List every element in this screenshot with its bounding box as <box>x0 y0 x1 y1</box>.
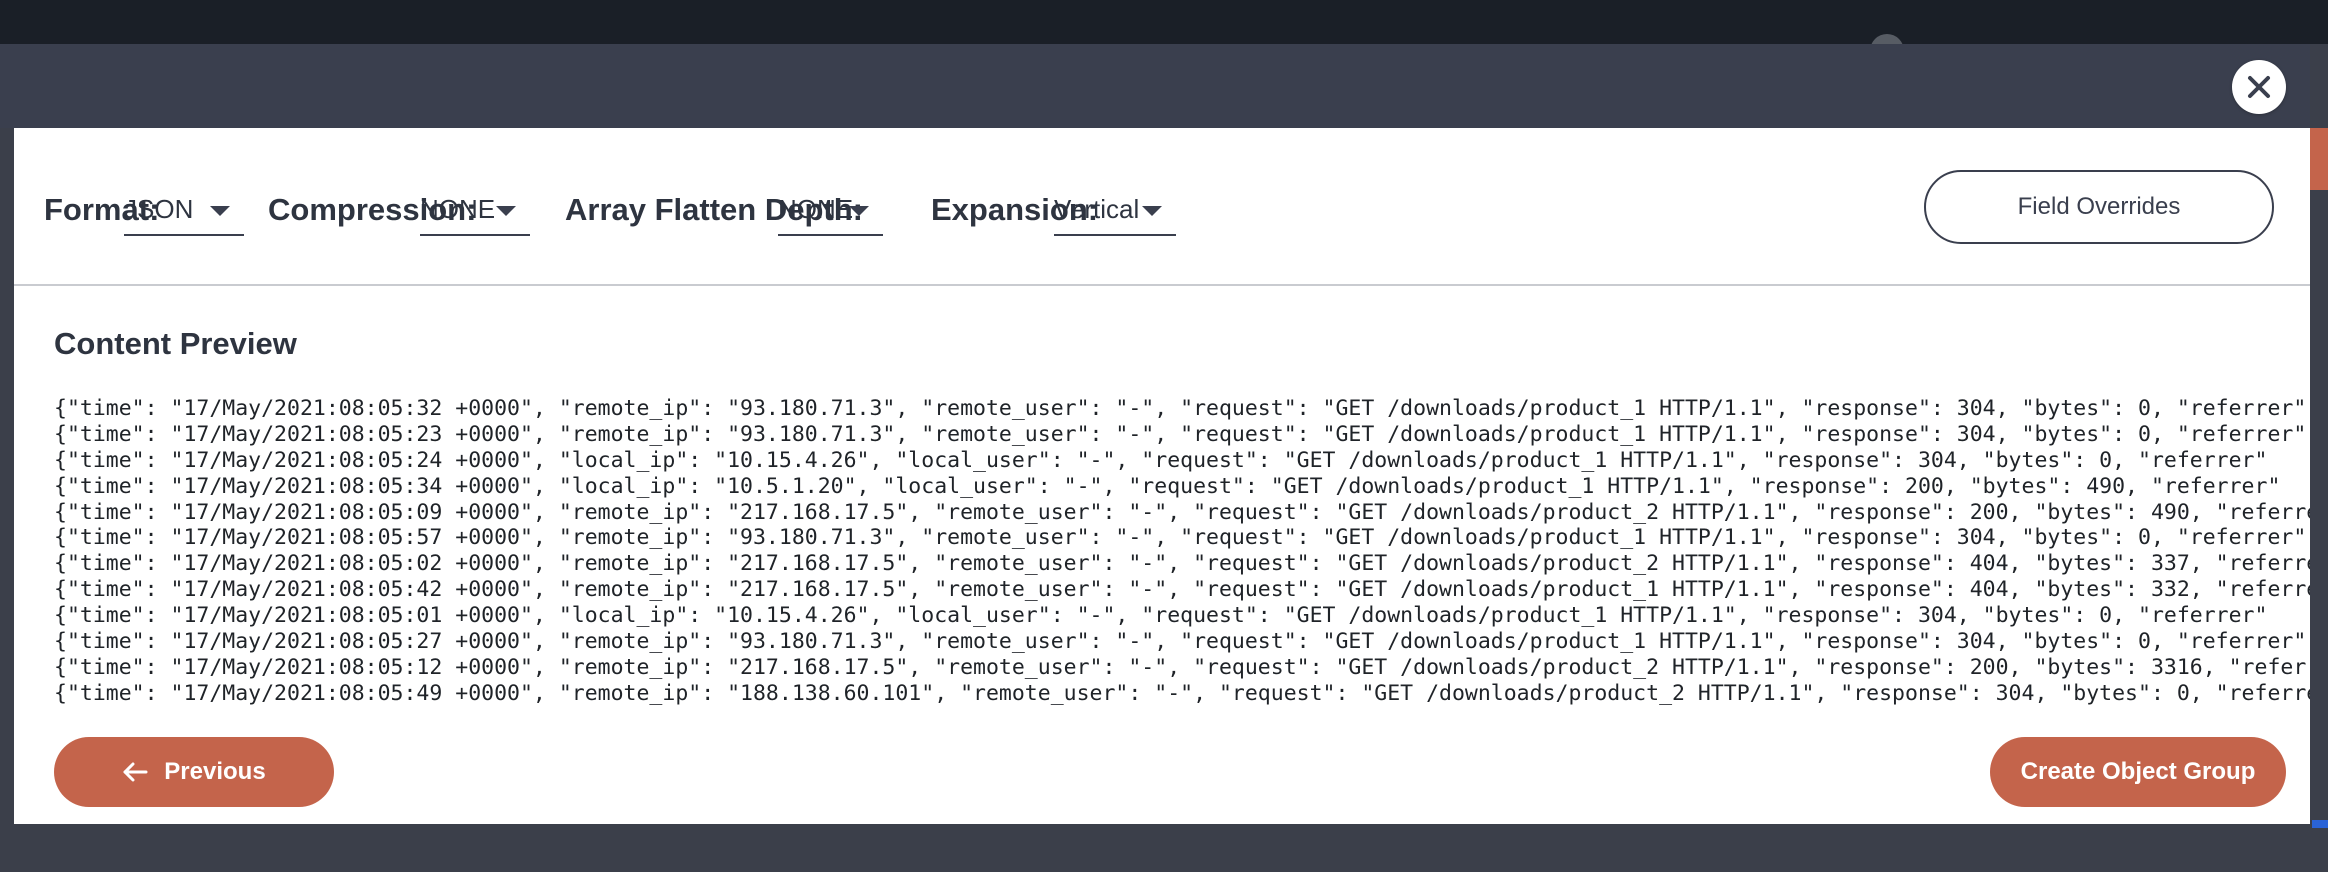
format-value: JSON <box>124 194 194 224</box>
content-preview: {"time": "17/May/2021:08:05:32 +0000", "… <box>54 396 2310 706</box>
compression-select[interactable]: NONE <box>420 188 530 236</box>
preview-line: {"time": "17/May/2021:08:05:12 +0000", "… <box>54 654 2310 680</box>
field-overrides-button[interactable]: Field Overrides <box>1924 170 2274 244</box>
format-select[interactable]: JSON <box>124 188 244 236</box>
close-button[interactable] <box>2232 60 2286 114</box>
preview-line: {"time": "17/May/2021:08:05:09 +0000", "… <box>54 499 2310 525</box>
modal-body: Format: JSON Compression: NONE Array Fla… <box>14 128 2310 824</box>
preview-line: {"time": "17/May/2021:08:05:57 +0000", "… <box>54 525 2307 551</box>
compression-value: NONE <box>420 194 496 224</box>
chevron-down-icon <box>210 206 230 216</box>
preview-line: {"time": "17/May/2021:08:05:49 +0000", "… <box>54 680 2310 706</box>
modal-header <box>0 44 2310 128</box>
preview-line: {"time": "17/May/2021:08:05:24 +0000", "… <box>54 447 2268 473</box>
preview-line: {"time": "17/May/2021:08:05:01 +0000", "… <box>54 603 2268 629</box>
preview-line: {"time": "17/May/2021:08:05:23 +0000", "… <box>54 421 2307 447</box>
chevron-down-icon <box>849 206 869 216</box>
background-indicator <box>2312 820 2328 828</box>
array-flatten-depth-value: NONE <box>778 194 854 224</box>
content-preview-title: Content Preview <box>54 326 297 361</box>
chevron-down-icon <box>1142 206 1162 216</box>
preview-line: {"time": "17/May/2021:08:05:02 +0000", "… <box>54 551 2310 577</box>
background-accent <box>2308 128 2328 192</box>
previous-label: Previous <box>164 758 266 785</box>
preview-line: {"time": "17/May/2021:08:05:27 +0000", "… <box>54 629 2307 655</box>
expansion-value: Vertical <box>1054 194 1140 224</box>
chevron-down-icon <box>496 206 516 216</box>
expansion-select[interactable]: Vertical <box>1054 188 1176 236</box>
preview-line: {"time": "17/May/2021:08:05:32 +0000", "… <box>54 396 2307 421</box>
create-object-group-button[interactable]: Create Object Group <box>1990 737 2286 807</box>
app-top-bar <box>0 0 2328 54</box>
preview-line: {"time": "17/May/2021:08:05:42 +0000", "… <box>54 577 2310 603</box>
arrow-left-icon <box>122 762 148 782</box>
background-panel <box>2308 190 2328 790</box>
options-row: Format: JSON Compression: NONE Array Fla… <box>14 128 2310 286</box>
previous-button[interactable]: Previous <box>54 737 334 807</box>
preview-line: {"time": "17/May/2021:08:05:34 +0000", "… <box>54 473 2281 499</box>
array-flatten-depth-select[interactable]: NONE <box>778 188 883 236</box>
close-icon <box>2248 76 2270 98</box>
